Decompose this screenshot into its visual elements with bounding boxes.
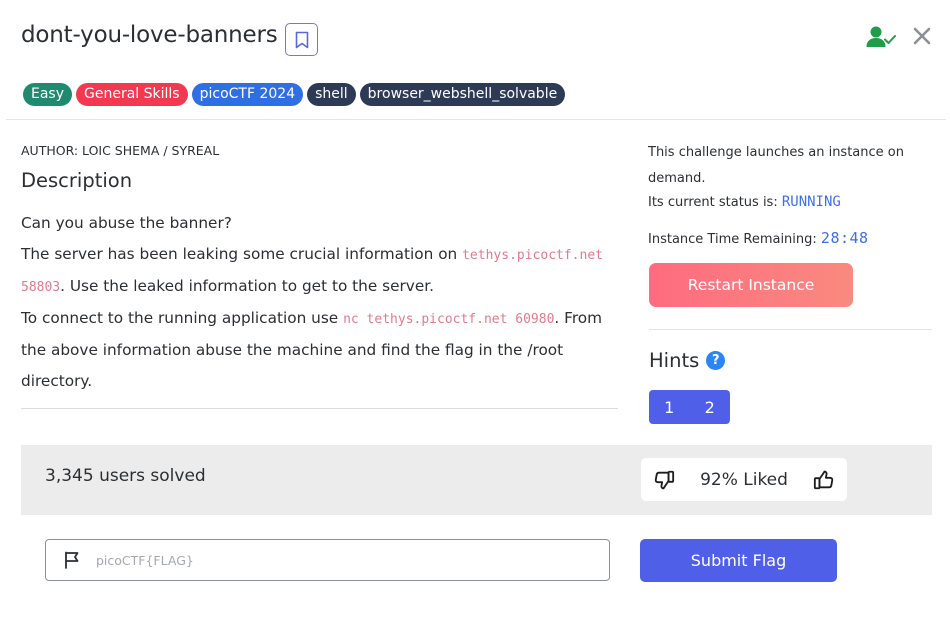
instance-status: Its current status is: RUNNING — [648, 194, 841, 210]
hints-title: Hints — [649, 349, 700, 372]
flag-input[interactable] — [96, 552, 576, 568]
header-divider — [6, 119, 946, 120]
description-line-1: Can you abuse the banner? — [21, 214, 232, 232]
description-line-3: To connect to the running application us… — [21, 303, 621, 397]
hint-button-1[interactable]: 1 — [649, 390, 690, 424]
rating-box: 92% Liked — [641, 458, 847, 501]
tag-category[interactable]: General Skills — [76, 83, 188, 106]
tag-webshell[interactable]: browser_webshell_solvable — [359, 83, 566, 106]
challenge-title: dont-you-love-banners — [21, 22, 278, 48]
description-body: Can you abuse the banner? The server has… — [21, 208, 621, 397]
close-icon[interactable] — [912, 26, 932, 46]
tag-event[interactable]: picoCTF 2024 — [191, 83, 304, 106]
flag-icon — [65, 551, 79, 569]
stats-bar: 3,345 users solved 92% Liked — [21, 445, 932, 515]
instance-time: Instance Time Remaining: 28:48 — [648, 229, 869, 247]
tag-difficulty[interactable]: Easy — [23, 83, 73, 106]
time-remaining: 28:48 — [820, 229, 869, 247]
description-text: The server has been leaking some crucial… — [21, 245, 463, 263]
description-heading: Description — [21, 169, 133, 192]
hint-button-2[interactable]: 2 — [690, 390, 731, 424]
description-text: To connect to the running application us… — [21, 309, 344, 327]
author-line: AUTHOR: LOIC SHEMA / SYREAL — [21, 143, 220, 158]
hints-heading: Hints ? — [649, 349, 726, 372]
bookmark-icon — [295, 31, 308, 48]
user-check-icon — [866, 26, 896, 47]
description-divider — [21, 408, 618, 409]
tag-shell[interactable]: shell — [307, 83, 356, 106]
bookmark-button[interactable] — [285, 23, 318, 56]
flag-input-container[interactable] — [45, 539, 610, 581]
description-line-2: The server has been leaking some crucial… — [21, 239, 621, 303]
hints-divider — [649, 329, 932, 330]
thumbs-down-icon[interactable] — [653, 469, 675, 491]
status-label: Its current status is: — [648, 195, 782, 210]
description-text: . Use the leaked information to get to t… — [60, 277, 435, 295]
submit-flag-button[interactable]: Submit Flag — [640, 539, 837, 582]
thumbs-up-icon[interactable] — [813, 469, 835, 491]
nc-command: nc tethys.picoctf.net 60980 — [343, 312, 555, 327]
time-label: Instance Time Remaining: — [648, 232, 821, 247]
instance-launch-text: This challenge launches an instance on d… — [648, 145, 904, 186]
liked-percentage: 92% Liked — [700, 469, 788, 490]
solved-count: 3,345 users solved — [45, 466, 206, 486]
tag-list: Easy General Skills picoCTF 2024 shell b… — [23, 83, 566, 106]
hint-buttons: 1 2 — [649, 390, 730, 424]
help-icon[interactable]: ? — [706, 351, 726, 370]
status-value: RUNNING — [781, 194, 841, 210]
restart-instance-button[interactable]: Restart Instance — [649, 263, 853, 307]
